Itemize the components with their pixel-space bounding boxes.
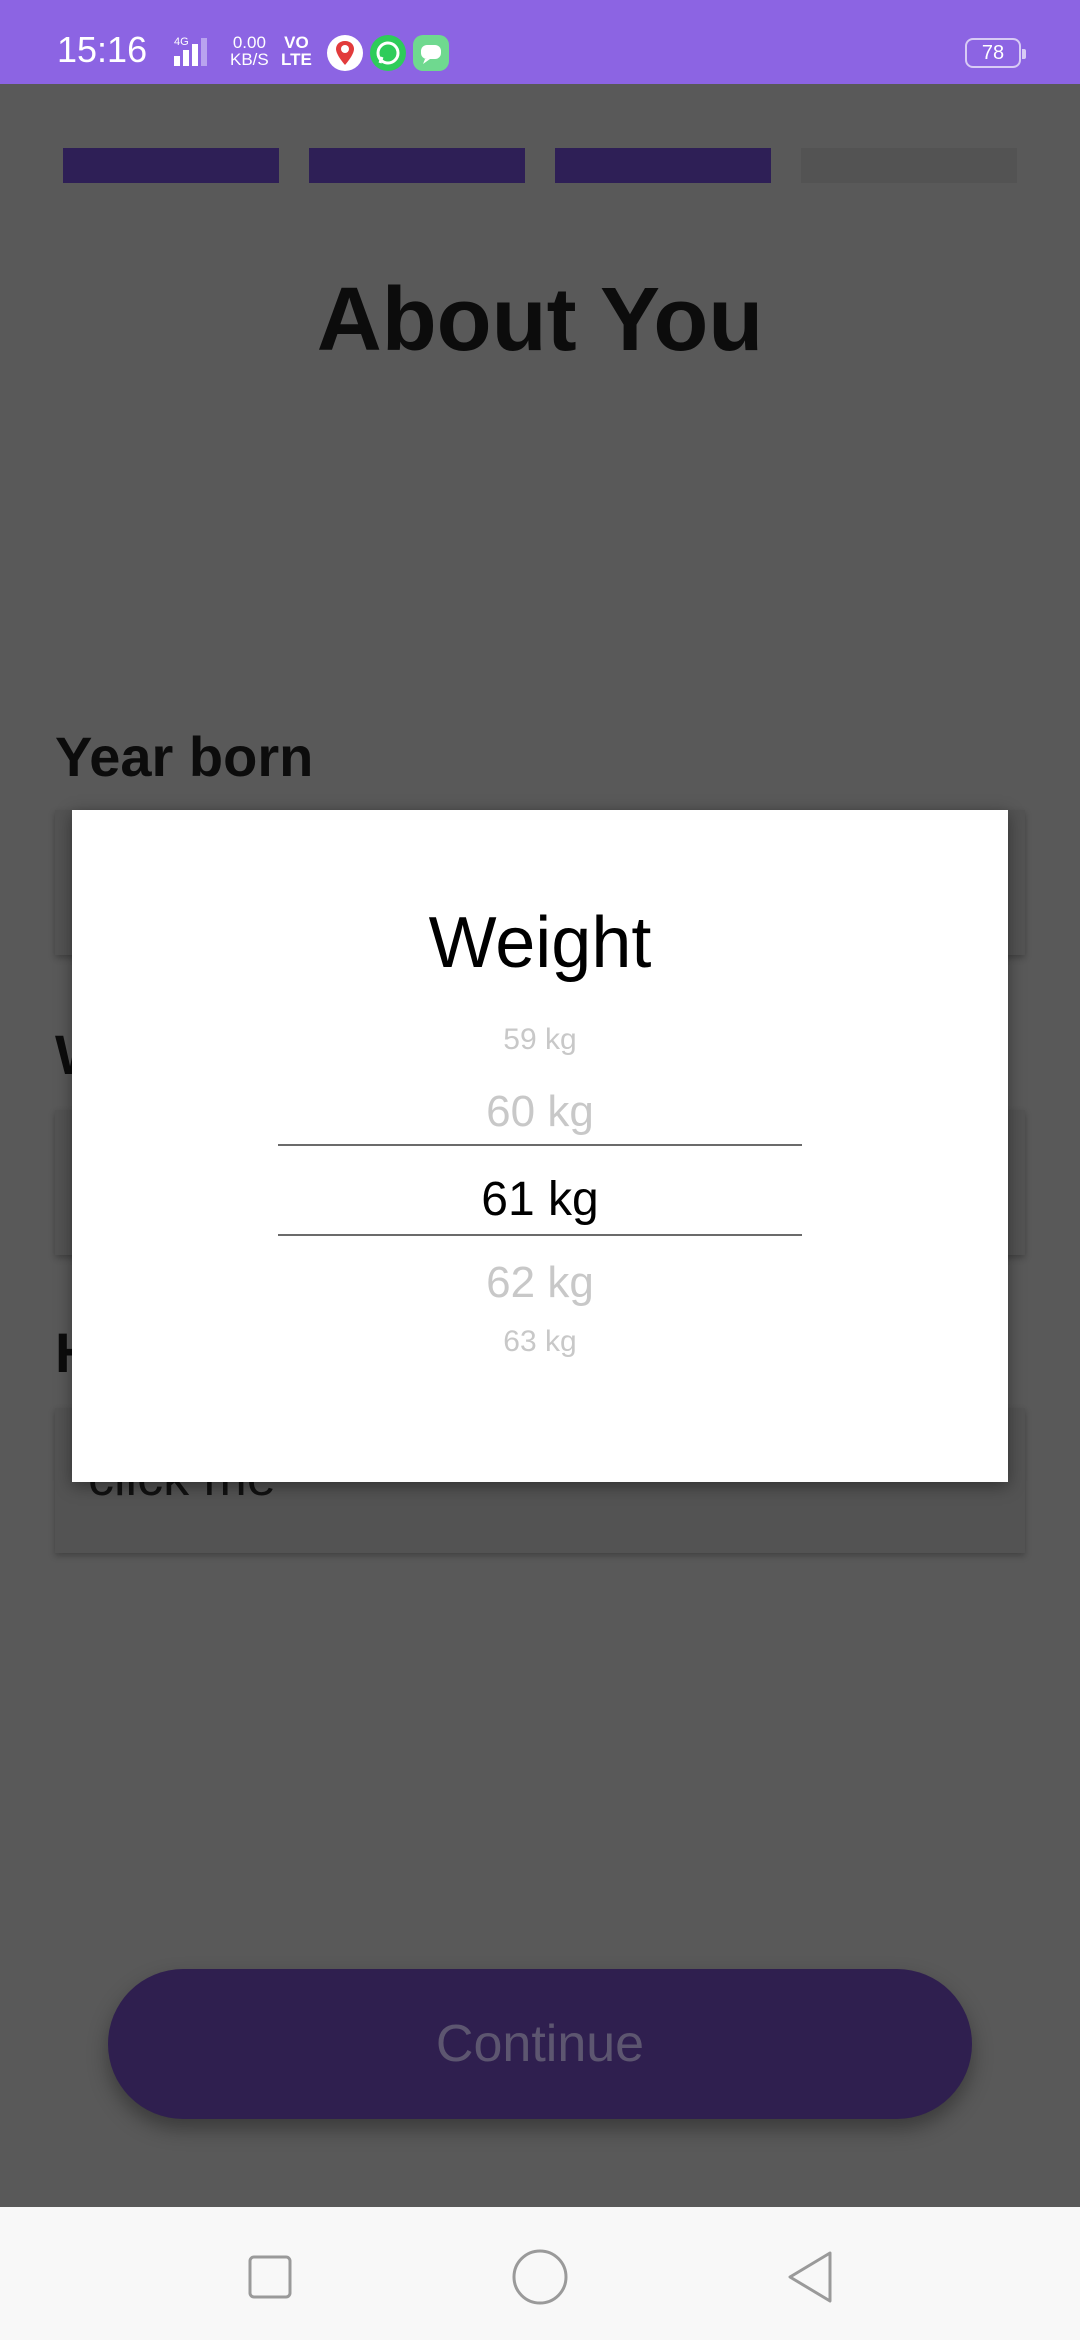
volte-top: VO (284, 33, 309, 52)
picker-item-selected[interactable]: 61 kg (278, 1172, 802, 1227)
volte-indicator: VO LTE (281, 34, 312, 68)
progress-step-3 (555, 148, 771, 183)
progress-step-4 (801, 148, 1017, 183)
net-speed-value: 0.00 (232, 33, 266, 52)
navigation-bar (0, 2207, 1080, 2340)
progress-step-2 (309, 148, 525, 183)
back-icon[interactable] (780, 2247, 840, 2307)
picker-item[interactable]: 59 kg (278, 1023, 802, 1057)
continue-button[interactable]: Continue (108, 1969, 972, 2119)
network-speed: 0.00 KB/S (230, 34, 269, 68)
dialog-title: Weight (428, 903, 652, 983)
home-icon[interactable] (510, 2247, 570, 2307)
picker-item[interactable]: 60 kg (278, 1087, 802, 1137)
year-born-label: Year born (55, 725, 314, 788)
signal-icon: 4G (174, 36, 207, 66)
picker-divider-bottom (278, 1234, 802, 1236)
svg-text:4G: 4G (174, 36, 189, 48)
maps-pin-icon (327, 35, 363, 71)
page-title: About You (316, 270, 764, 370)
volte-bottom: LTE (281, 50, 312, 69)
progress-step-1 (63, 148, 279, 183)
battery-indicator: 78 (965, 38, 1026, 68)
whatsapp-icon (370, 35, 406, 71)
recent-apps-icon[interactable] (240, 2247, 300, 2307)
status-bar: 15:16 4G 0.00 KB/S VO LTE 78 (0, 0, 1080, 84)
status-time: 15:16 (57, 29, 148, 70)
picker-item[interactable]: 63 kg (278, 1325, 802, 1359)
weight-picker-dialog: Weight 59 kg 60 kg 61 kg 62 kg 63 kg (72, 810, 1008, 1482)
chat-app-icon (413, 35, 449, 71)
net-speed-unit: KB/S (230, 50, 269, 69)
picker-item[interactable]: 62 kg (278, 1258, 802, 1308)
picker-divider-top (278, 1144, 802, 1146)
